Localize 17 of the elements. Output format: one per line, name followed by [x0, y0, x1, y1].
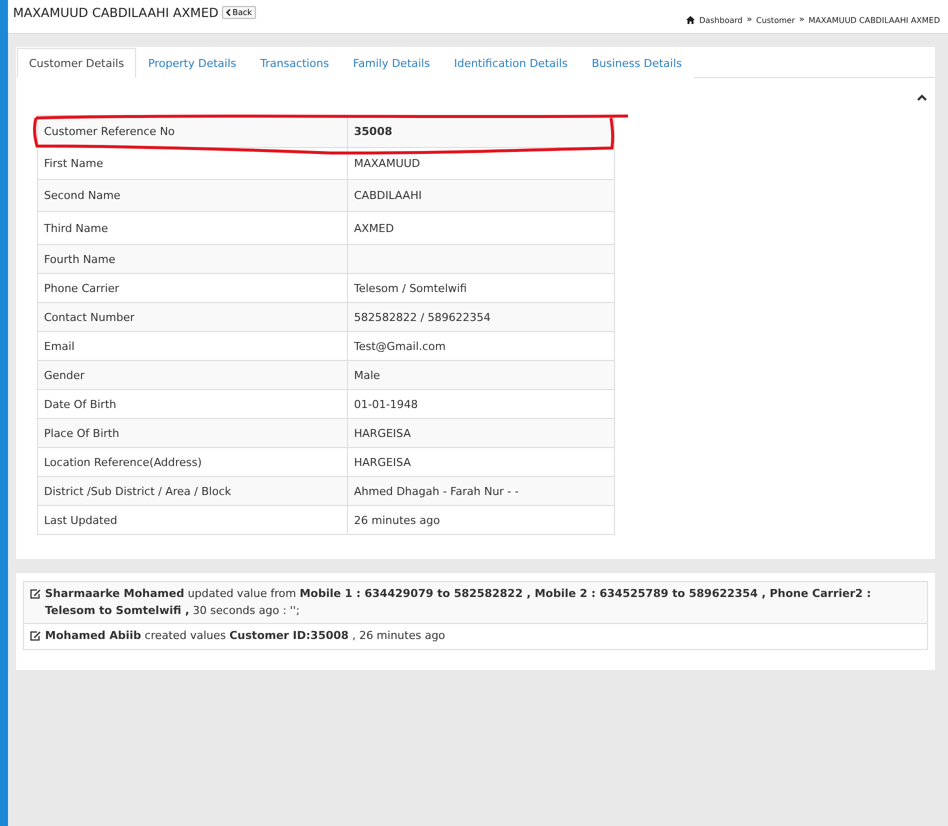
field-label: Last Updated — [38, 506, 348, 534]
activity-entry: Sharmaarke Mohamed updated value from Mobile 1 : 634429079 to 582582822 , Mobile 2 : 634525789 to 589622354 , Phone Carrier2 : Telesom to Somtelwifi , 30 seconds ago : ''; — [45, 586, 872, 618]
home-icon — [686, 16, 696, 24]
breadcrumb-link[interactable]: Dashboard — [699, 16, 743, 24]
edit-icon — [30, 631, 41, 641]
collapse-icon[interactable] — [917, 94, 927, 101]
breadcrumb-separator: » — [746, 15, 752, 25]
activity-entry: Mohamed Abiib created values Customer ID:35008 , 26 minutes ago — [45, 628, 446, 644]
edit-icon — [30, 589, 41, 599]
page-title: MAXAMUUD CABDILAAHI AXMED — [13, 5, 218, 20]
breadcrumb-separator: » — [798, 15, 804, 25]
back-button[interactable]: Back — [222, 6, 256, 19]
field-value: 26 minutes ago — [348, 506, 614, 534]
tab[interactable]: Customer Details — [17, 48, 136, 78]
chevron-left-icon — [226, 9, 232, 16]
breadcrumb-link[interactable]: MAXAMUUD CABDILAAHI AXMED — [808, 16, 940, 24]
breadcrumb-link[interactable]: Customer — [756, 16, 795, 24]
